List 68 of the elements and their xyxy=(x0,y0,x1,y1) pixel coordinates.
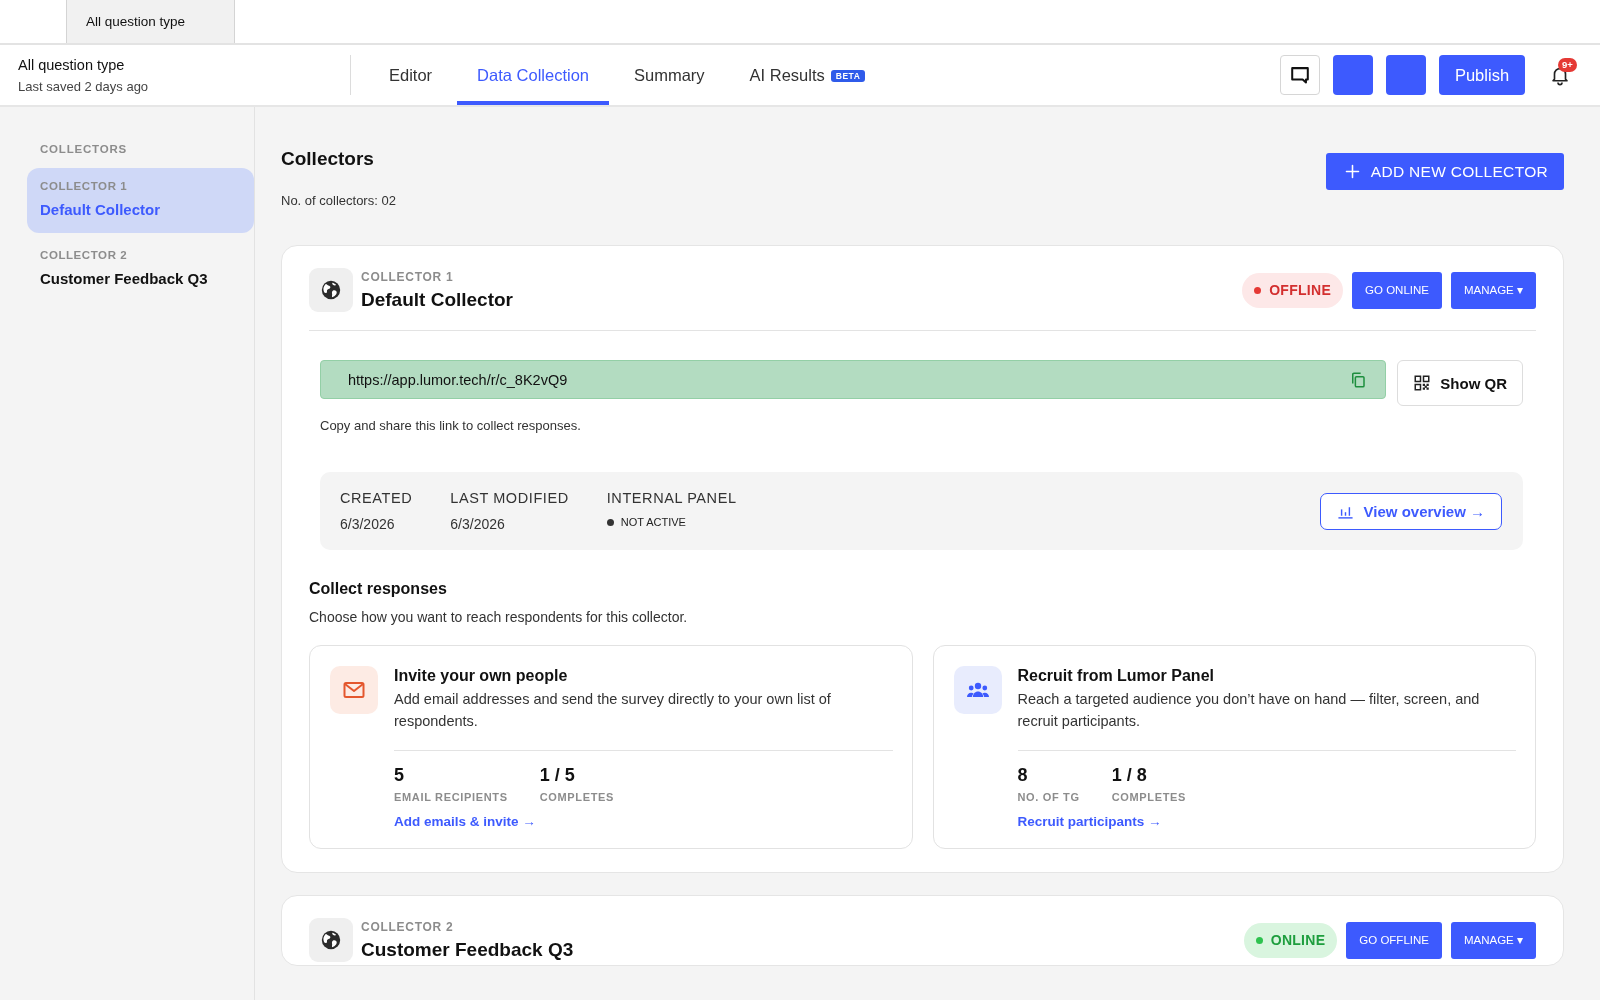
beta-badge: BETA xyxy=(830,69,866,82)
people-icon xyxy=(953,666,1002,714)
sidebar-item[interactable]: COLLECTOR 2 Customer Feedback Q3 xyxy=(27,237,254,302)
manage-button[interactable]: MANAGE ▾ xyxy=(1450,921,1536,959)
tab[interactable]: Summary xyxy=(614,45,725,105)
collector-number: COLLECTOR 2 xyxy=(40,249,129,261)
collector-name: Customer Feedback Q3 xyxy=(361,938,574,961)
field-value: 6/3/2026 xyxy=(450,516,506,532)
field-label: INTERNAL PANEL xyxy=(606,490,737,506)
option-title: Invite your own people xyxy=(394,667,569,685)
plus-icon xyxy=(1343,163,1361,180)
stat-label: EMAIL RECIPIENTS xyxy=(394,791,508,803)
stat-value: 1 / 8 xyxy=(1111,765,1148,786)
field-value: 6/3/2026 xyxy=(340,516,396,532)
globe-icon xyxy=(309,268,353,312)
status-dot-icon xyxy=(1254,286,1262,294)
section-title: Collect responses xyxy=(309,580,448,598)
field-label: CREATED xyxy=(340,490,413,506)
stat-value: 1 / 5 xyxy=(539,765,576,786)
status-toggle-button[interactable]: GO OFFLINE xyxy=(1346,921,1442,959)
globe-icon xyxy=(309,918,353,962)
tab[interactable]: AI Results BETA xyxy=(729,45,886,105)
action-link[interactable]: Recruit participants → xyxy=(1017,814,1162,829)
option-description: Add email addresses and send the survey directly to your own list of respondents. xyxy=(394,690,832,731)
section-subtitle: Choose how you want to reach respondents for this collector. xyxy=(309,609,689,625)
collector-number: COLLECTOR 2 xyxy=(361,919,455,934)
notification-badge: 9+ xyxy=(1558,58,1577,72)
field-label: LAST MODIFIED xyxy=(450,490,569,506)
qr-code-icon xyxy=(1413,374,1432,392)
stat-label: COMPLETES xyxy=(1111,791,1187,803)
survey-title: All question type xyxy=(18,56,126,73)
add-collector-button[interactable]: ADD NEW COLLECTOR xyxy=(1325,153,1564,190)
stat-label: COMPLETES xyxy=(539,791,615,803)
collector-number: COLLECTOR 1 xyxy=(361,269,455,284)
field-value: NOT ACTIVE xyxy=(620,516,686,528)
view-overview-button[interactable]: View overview → xyxy=(1319,492,1502,530)
page-title: Collectors xyxy=(281,148,375,170)
collector-name: Default Collector xyxy=(40,201,161,218)
collector-name: Customer Feedback Q3 xyxy=(40,270,209,287)
show-qr-button[interactable]: Show QR xyxy=(1397,360,1523,406)
status-dot-icon xyxy=(1255,936,1263,944)
tab[interactable]: Editor xyxy=(369,45,453,105)
envelope-icon xyxy=(330,666,378,714)
option-title: Recruit from Lumor Panel xyxy=(1017,667,1215,685)
stat-label: NO. OF TG xyxy=(1017,791,1080,803)
collector-name: Default Collector xyxy=(361,288,514,311)
comment-button[interactable] xyxy=(1280,55,1320,95)
status-toggle-button[interactable]: GO ONLINE xyxy=(1352,271,1442,309)
option-description: Reach a targeted audience you don’t have on hand — filter, screen, and recruit participants. xyxy=(1017,690,1481,731)
saved-status: Last saved 2 days ago xyxy=(18,78,150,94)
status-label: OFFLINE xyxy=(1269,282,1332,298)
tab[interactable]: Data Collection xyxy=(457,45,609,105)
status-dot-icon xyxy=(606,518,614,526)
stat-value: 5 xyxy=(394,765,405,786)
collector-count: No. of collectors: 02 xyxy=(281,193,396,208)
collector-number: COLLECTOR 1 xyxy=(40,180,129,192)
manage-button[interactable]: MANAGE ▾ xyxy=(1450,271,1536,309)
document-tab[interactable]: All question type xyxy=(66,0,235,43)
action-link[interactable]: Add emails & invite → xyxy=(394,814,536,829)
copy-icon[interactable] xyxy=(1349,370,1368,389)
publish-button[interactable]: Publish xyxy=(1439,55,1525,95)
link-hint: Copy and share this link to collect responses. xyxy=(320,418,582,433)
section-heading: COLLECTORS xyxy=(40,143,129,155)
sidebar-item[interactable]: COLLECTOR 1 Default Collector xyxy=(27,168,254,233)
status-label: ONLINE xyxy=(1270,932,1326,948)
comment-icon xyxy=(1289,64,1311,86)
stat-value: 8 xyxy=(1017,765,1029,786)
url-field[interactable]: https://app.lumor.tech/r/c_8K2vQ9 xyxy=(320,360,1387,399)
